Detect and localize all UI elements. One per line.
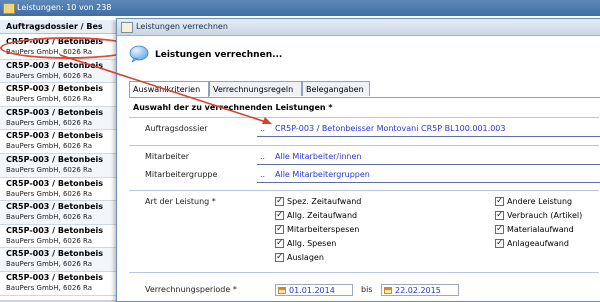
separator [129, 117, 599, 118]
periode-to-input[interactable]: 22.02.2015 [381, 284, 459, 296]
mitarbeiter-label: Mitarbeiter [145, 152, 190, 161]
art-der-leistung-label: Art der Leistung * [145, 197, 216, 206]
mitarbeiter-picker-button[interactable]: .. [260, 152, 265, 161]
dialog-title: Leistungen verrechnen [136, 22, 228, 31]
dialog-heading: Leistungen verrechnen... [155, 50, 283, 60]
checkbox-checked-icon[interactable] [495, 209, 504, 221]
checkbox-label: Verbrauch (Artikel) [507, 211, 583, 220]
checkbox-label: Andere Leistung [507, 197, 573, 206]
checkbox-checked-icon[interactable] [275, 237, 284, 249]
calendar-icon[interactable] [384, 287, 392, 294]
checkbox-label: Materialaufwand [507, 225, 574, 234]
speech-bubble-icon [129, 45, 149, 63]
tab-verrechnungsregeln[interactable]: Verrechnungsregeln [209, 81, 302, 96]
tab-auswahlkriterien[interactable]: Auswahlkriterien [129, 81, 209, 98]
separator [129, 145, 599, 146]
window-icon [121, 22, 133, 33]
periode-from-value: 01.01.2014 [289, 286, 335, 295]
checkbox-checked-icon[interactable] [275, 251, 284, 263]
mitarbeitergruppe-picker-button[interactable]: .. [260, 170, 265, 179]
verrechnungsperiode-label: Verrechnungsperiode * [145, 285, 237, 294]
bis-label: bis [361, 285, 373, 294]
checkbox-checked-icon[interactable] [275, 209, 284, 221]
auftragsdossier-label: Auftragsdossier [145, 124, 208, 133]
mitarbeiter-value[interactable]: Alle Mitarbeiter/innen [275, 152, 361, 161]
checkbox-checked-icon[interactable] [275, 195, 284, 207]
calendar-icon[interactable] [278, 287, 286, 294]
mitarbeiter-underline [257, 164, 600, 165]
section-title: Auswahl der zu verrechnenden Leistungen … [133, 103, 333, 112]
checkbox-label: Allg. Spesen [287, 239, 337, 248]
checkbox-checked-icon[interactable] [495, 223, 504, 235]
checkbox-checked-icon[interactable] [275, 223, 284, 235]
checkbox-label: Allg. Zeitaufwand [287, 211, 358, 220]
checkbox-label: Mitarbeiterspesen [287, 225, 360, 234]
periode-from-input[interactable]: 01.01.2014 [275, 284, 353, 296]
tab-belegangaben[interactable]: Belegangaben [302, 81, 370, 96]
checkbox-checked-icon[interactable] [495, 195, 504, 207]
checkbox-label: Anlageaufwand [507, 239, 569, 248]
checkbox-checked-icon[interactable] [495, 237, 504, 249]
mitarbeitergruppe-underline [257, 182, 600, 183]
mitarbeitergruppe-value[interactable]: Alle Mitarbeitergruppen [275, 170, 370, 179]
periode-to-value: 22.02.2015 [395, 286, 441, 295]
dialog-titlebar: Leistungen verrechnen [117, 19, 600, 36]
checkbox-label: Spez. Zeitaufwand [287, 197, 362, 206]
background-titlebar: Leistungen: 10 von 238 [0, 0, 600, 16]
separator [129, 190, 599, 191]
separator [129, 272, 599, 273]
dialog-header: Leistungen verrechnen... [117, 36, 600, 76]
mitarbeitergruppe-label: Mitarbeitergruppe [145, 170, 218, 179]
auftragsdossier-picker-button[interactable]: .. [260, 124, 265, 133]
auftragsdossier-value[interactable]: CR5P-003 / Betonbeisser Montovani CR5P B… [275, 124, 505, 133]
checkbox-label: Auslagen [287, 253, 324, 262]
leistungen-verrechnen-dialog: Leistungen verrechnen Leistungen verrech… [116, 18, 600, 302]
background-title: Leistungen: 10 von 238 [17, 3, 112, 12]
auftragsdossier-underline [257, 136, 600, 137]
folder-icon [3, 3, 15, 14]
